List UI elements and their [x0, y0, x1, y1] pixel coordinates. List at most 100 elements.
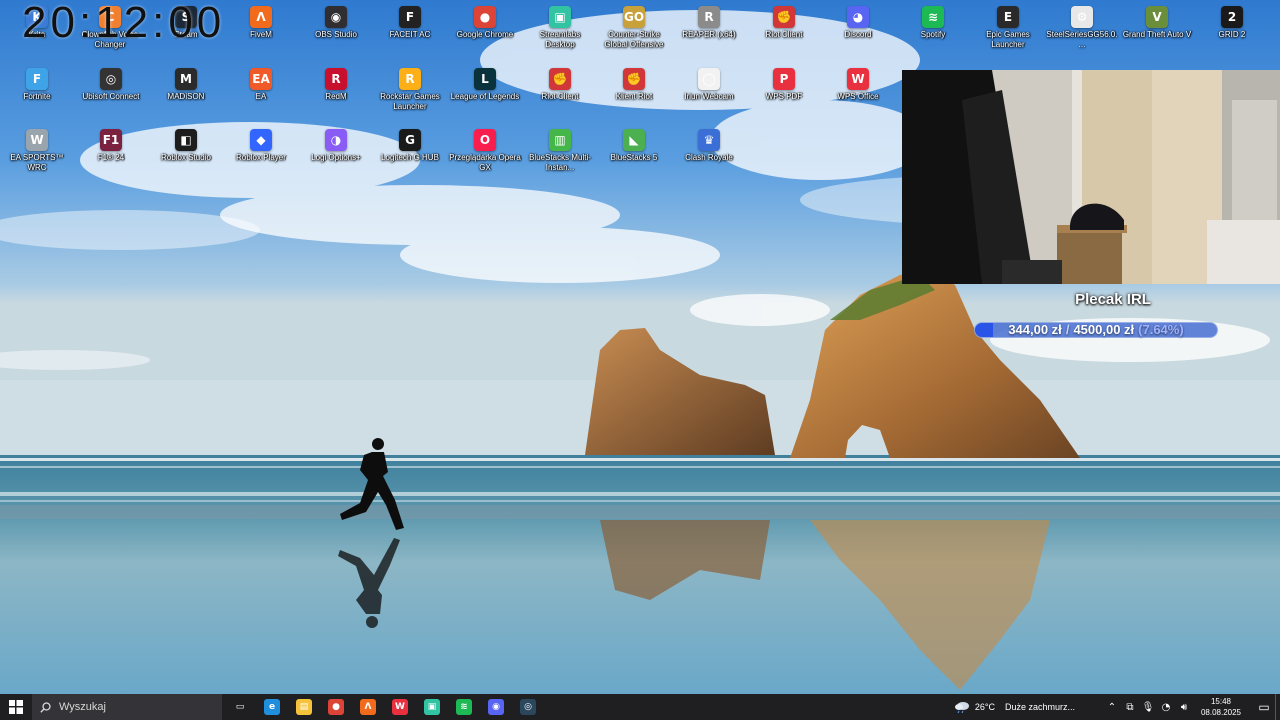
- desktop-icon[interactable]: 2 GRID 2: [1195, 2, 1269, 62]
- taskbar-app-button[interactable]: ◎: [512, 694, 544, 720]
- chevron-up-icon[interactable]: ⌃: [1104, 702, 1120, 713]
- start-button[interactable]: [0, 694, 32, 720]
- desktop-icon[interactable]: R RedM: [299, 64, 373, 124]
- desktop-icon-label: Logitech G HUB: [381, 153, 439, 162]
- desktop-icon[interactable]: F1 F1® 24: [74, 125, 148, 185]
- desktop-icon[interactable]: F Fortnite: [0, 64, 74, 124]
- desktop-icon[interactable]: O Przeglądarka Opera GX: [448, 125, 522, 185]
- riot-client-icon: ✊: [623, 68, 645, 90]
- desktop-icon[interactable]: ◧ Roblox Studio: [149, 125, 223, 185]
- desktop-icon[interactable]: ◣ BlueStacks 5: [597, 125, 671, 185]
- desktop-icon[interactable]: ▥ BlueStacks Multi-Instan...: [523, 125, 597, 185]
- fivem-icon: Λ: [250, 6, 272, 28]
- desktop-icon[interactable]: L League of Legends: [448, 64, 522, 124]
- taskbar-clock[interactable]: 15:48 08.08.2025: [1197, 696, 1245, 718]
- desktop-icon-label: League of Legends: [450, 92, 520, 101]
- bluestacks-multi-icon: ▥: [549, 129, 571, 151]
- desktop-icon-label: Riot Client: [765, 30, 803, 39]
- desktop-icon[interactable]: W WPS Office: [821, 64, 895, 124]
- faceit-icon: F: [399, 6, 421, 28]
- desktop-icon-label: Counter-Strike Global Offensive: [604, 30, 664, 49]
- desktop-icon-label: BlueStacks 5: [610, 153, 658, 162]
- desktop-icon[interactable]: ◉ OBS Studio: [299, 2, 373, 62]
- desktop-icon[interactable]: ▣ Streamlabs Desktop: [523, 2, 597, 62]
- show-desktop-button[interactable]: [1275, 694, 1280, 720]
- reaper-icon: R: [698, 6, 720, 28]
- desktop-icon[interactable]: ● Google Chrome: [448, 2, 522, 62]
- desktop-icon-label: Roblox Player: [236, 153, 286, 162]
- desktop-icon[interactable]: ✊ Klient Riot: [597, 64, 671, 124]
- task-view-icon: ▭: [232, 699, 248, 715]
- discord-icon: ◕: [847, 6, 869, 28]
- notification-icon[interactable]: ▭: [1253, 700, 1275, 714]
- wps-office-icon: W: [847, 68, 869, 90]
- desktop-icon[interactable]: R REAPER (x64): [672, 2, 746, 62]
- desktop-icon[interactable]: ◕ Discord: [821, 2, 895, 62]
- taskbar-app-button[interactable]: ≋: [448, 694, 480, 720]
- taskbar-app-button[interactable]: ▭: [224, 694, 256, 720]
- weather-condition: Duże zachmurz...: [1005, 702, 1076, 712]
- desktop-icon-label: Streamlabs Desktop: [539, 30, 581, 49]
- desktop-icon-label: Klient Riot: [615, 92, 653, 101]
- desktop-icon[interactable]: V Grand Theft Auto V: [1120, 2, 1194, 62]
- desktop-icon-label: Przeglądarka Opera GX: [449, 153, 521, 172]
- desktop-icon[interactable]: ◆ Roblox Player: [224, 125, 298, 185]
- gta-v-icon: V: [1146, 6, 1168, 28]
- epic-games-icon: E: [997, 6, 1019, 28]
- desktop-icon-label: Epic Games Launcher: [986, 30, 1030, 49]
- chrome-icon: ●: [474, 6, 496, 28]
- desktop-icon[interactable]: F FACEIT AC: [373, 2, 447, 62]
- network-icon[interactable]: ◔: [1158, 702, 1174, 713]
- taskbar-app-button[interactable]: ▣: [416, 694, 448, 720]
- microphone-icon[interactable]: 🎙︎: [1140, 702, 1156, 713]
- desktop-icon[interactable]: ◯ Iriun Webcam: [672, 64, 746, 124]
- goal-amounts: 344,00 zł/4500,00 zł (7.64%): [974, 322, 1218, 338]
- desktop-icon[interactable]: ◑ Logi Options+: [299, 125, 373, 185]
- desktop-icon-label: Roblox Studio: [161, 153, 211, 162]
- desktop-icon[interactable]: ✊ Riot Client: [747, 2, 821, 62]
- desktop-icon[interactable]: ⚙ SteelSeriesGG56.0....: [1045, 2, 1119, 62]
- desktop-icon[interactable]: P WPS PDF: [747, 64, 821, 124]
- desktop-icon[interactable]: ✊ Riot Client: [523, 64, 597, 124]
- steam-icon: ◎: [520, 699, 536, 715]
- taskbar-app-button[interactable]: W: [384, 694, 416, 720]
- meet-now-icon[interactable]: ⧉: [1122, 702, 1138, 713]
- taskbar-search[interactable]: Wyszukaj: [32, 694, 222, 720]
- desktop-icon-label: Ubisoft Connect: [82, 92, 140, 101]
- webcam-feed: [902, 70, 1280, 284]
- pinned-apps: ▭ e ▤ ● Λ W ▣ ≋ ◉ ◎: [224, 694, 544, 720]
- desktop-icon[interactable]: EA EA: [224, 64, 298, 124]
- fortnite-icon: F: [26, 68, 48, 90]
- cloud-rain-icon: [954, 702, 969, 713]
- desktop-icon[interactable]: ♛ Clash Royale: [672, 125, 746, 185]
- f1-24-icon: F1: [100, 129, 122, 151]
- taskbar-app-button[interactable]: ▤: [288, 694, 320, 720]
- desktop-icon[interactable]: Λ FiveM: [224, 2, 298, 62]
- goal-percent: (7.64%): [1138, 322, 1184, 337]
- desktop-icon[interactable]: E Epic Games Launcher: [971, 2, 1045, 62]
- desktop-icon[interactable]: R Rockstar Games Launcher: [373, 64, 447, 124]
- desktop-icon[interactable]: ◎ Ubisoft Connect: [74, 64, 148, 124]
- roblox-studio-icon: ◧: [175, 129, 197, 151]
- desktop-icon[interactable]: M MADiSON: [149, 64, 223, 124]
- desktop-icon[interactable]: G Logitech G HUB: [373, 125, 447, 185]
- chrome-icon: ●: [328, 699, 344, 715]
- desktop-icon[interactable]: W EA SPORTS™ WRC: [0, 125, 74, 185]
- desktop-icon[interactable]: GO Counter-Strike Global Offensive: [597, 2, 671, 62]
- desktop-icon-label: REAPER (x64): [682, 30, 736, 39]
- taskbar-app-button[interactable]: e: [256, 694, 288, 720]
- discord-icon: ◉: [488, 699, 504, 715]
- desktop-icon[interactable]: ≋ Spotify: [896, 2, 970, 62]
- ea-wrc-icon: W: [26, 129, 48, 151]
- taskbar-app-button[interactable]: Λ: [352, 694, 384, 720]
- redm-icon: R: [325, 68, 347, 90]
- spotify-icon: ≋: [456, 699, 472, 715]
- stream-clock: 20:12:00: [22, 0, 226, 47]
- volume-icon[interactable]: 🔊︎: [1176, 702, 1192, 713]
- desktop-icon-label: FiveM: [250, 30, 272, 39]
- goal-title: Plecak IRL: [1075, 291, 1151, 308]
- taskbar-app-button[interactable]: ◉: [480, 694, 512, 720]
- ubisoft-icon: ◎: [100, 68, 122, 90]
- weather-widget[interactable]: 26°C Duże zachmurz...: [954, 701, 1093, 713]
- taskbar-app-button[interactable]: ●: [320, 694, 352, 720]
